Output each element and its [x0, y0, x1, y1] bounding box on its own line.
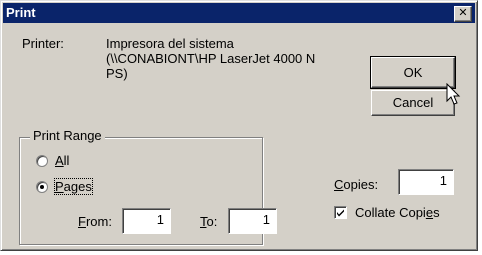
close-button[interactable]: ✕: [454, 6, 472, 22]
collate-label-suffix: s: [433, 205, 440, 220]
cancel-button-label: Cancel: [392, 95, 434, 110]
cancel-button[interactable]: Cancel: [371, 90, 455, 116]
from-label: From:: [78, 214, 112, 229]
to-label: To:: [200, 214, 217, 229]
all-label-rest: ll: [63, 153, 70, 168]
all-radio[interactable]: [36, 155, 48, 167]
from-page-input[interactable]: 1: [122, 208, 171, 234]
pages-label-rest: ages: [63, 179, 92, 194]
ok-button[interactable]: OK: [370, 56, 456, 89]
from-label-rest: rom:: [85, 214, 112, 229]
print-range-title: Print Range: [30, 128, 105, 143]
close-icon: ✕: [458, 7, 468, 19]
copies-label: Copies:: [334, 177, 378, 192]
all-accesskey: A: [55, 153, 64, 168]
copies-label-rest: opies:: [343, 177, 379, 192]
collate-label-prefix: Collate Copi: [355, 205, 426, 220]
all-radio-label[interactable]: All: [55, 153, 69, 168]
collate-label[interactable]: Collate Copies: [355, 205, 440, 220]
printer-name: Impresora del sistema (\\CONABIONT\HP La…: [106, 36, 316, 81]
copies-accesskey: C: [334, 177, 344, 192]
printer-label: Printer:: [22, 36, 64, 51]
title-bar: Print ✕: [3, 3, 475, 23]
arrow-cursor-icon: [446, 83, 461, 105]
to-page-input[interactable]: 1: [228, 208, 277, 234]
pages-radio[interactable]: [36, 181, 48, 193]
collate-accesskey: e: [425, 205, 434, 220]
checkmark-icon: [337, 209, 344, 217]
ok-button-label: OK: [403, 65, 423, 80]
collate-checkbox[interactable]: [334, 206, 347, 219]
radio-selected-dot: [40, 185, 44, 189]
to-label-rest: o:: [206, 214, 218, 229]
from-accesskey: F: [78, 214, 86, 229]
copies-input[interactable]: 1: [398, 169, 454, 195]
pages-radio-label[interactable]: Pages: [54, 178, 93, 195]
pages-accesskey: P: [55, 179, 64, 194]
dialog-title: Print: [6, 5, 36, 20]
